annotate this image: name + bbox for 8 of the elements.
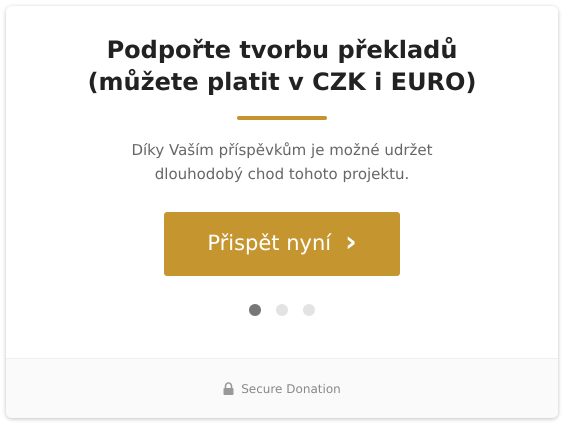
title: Podpořte tvorbu překladů (můžete platit v CZK i EURO) (86, 35, 478, 98)
slide-dot[interactable] (249, 304, 261, 316)
slide-dot[interactable] (303, 304, 315, 316)
secure-label: Secure Donation (241, 380, 341, 398)
donate-button[interactable]: Přispět nyní › (164, 212, 400, 276)
lock-icon (223, 382, 234, 395)
slide-dot[interactable] (276, 304, 288, 316)
description: Díky Vaším příspěvkům je možné udržet dlouhodobý chod tohoto projektu. (130, 140, 434, 185)
